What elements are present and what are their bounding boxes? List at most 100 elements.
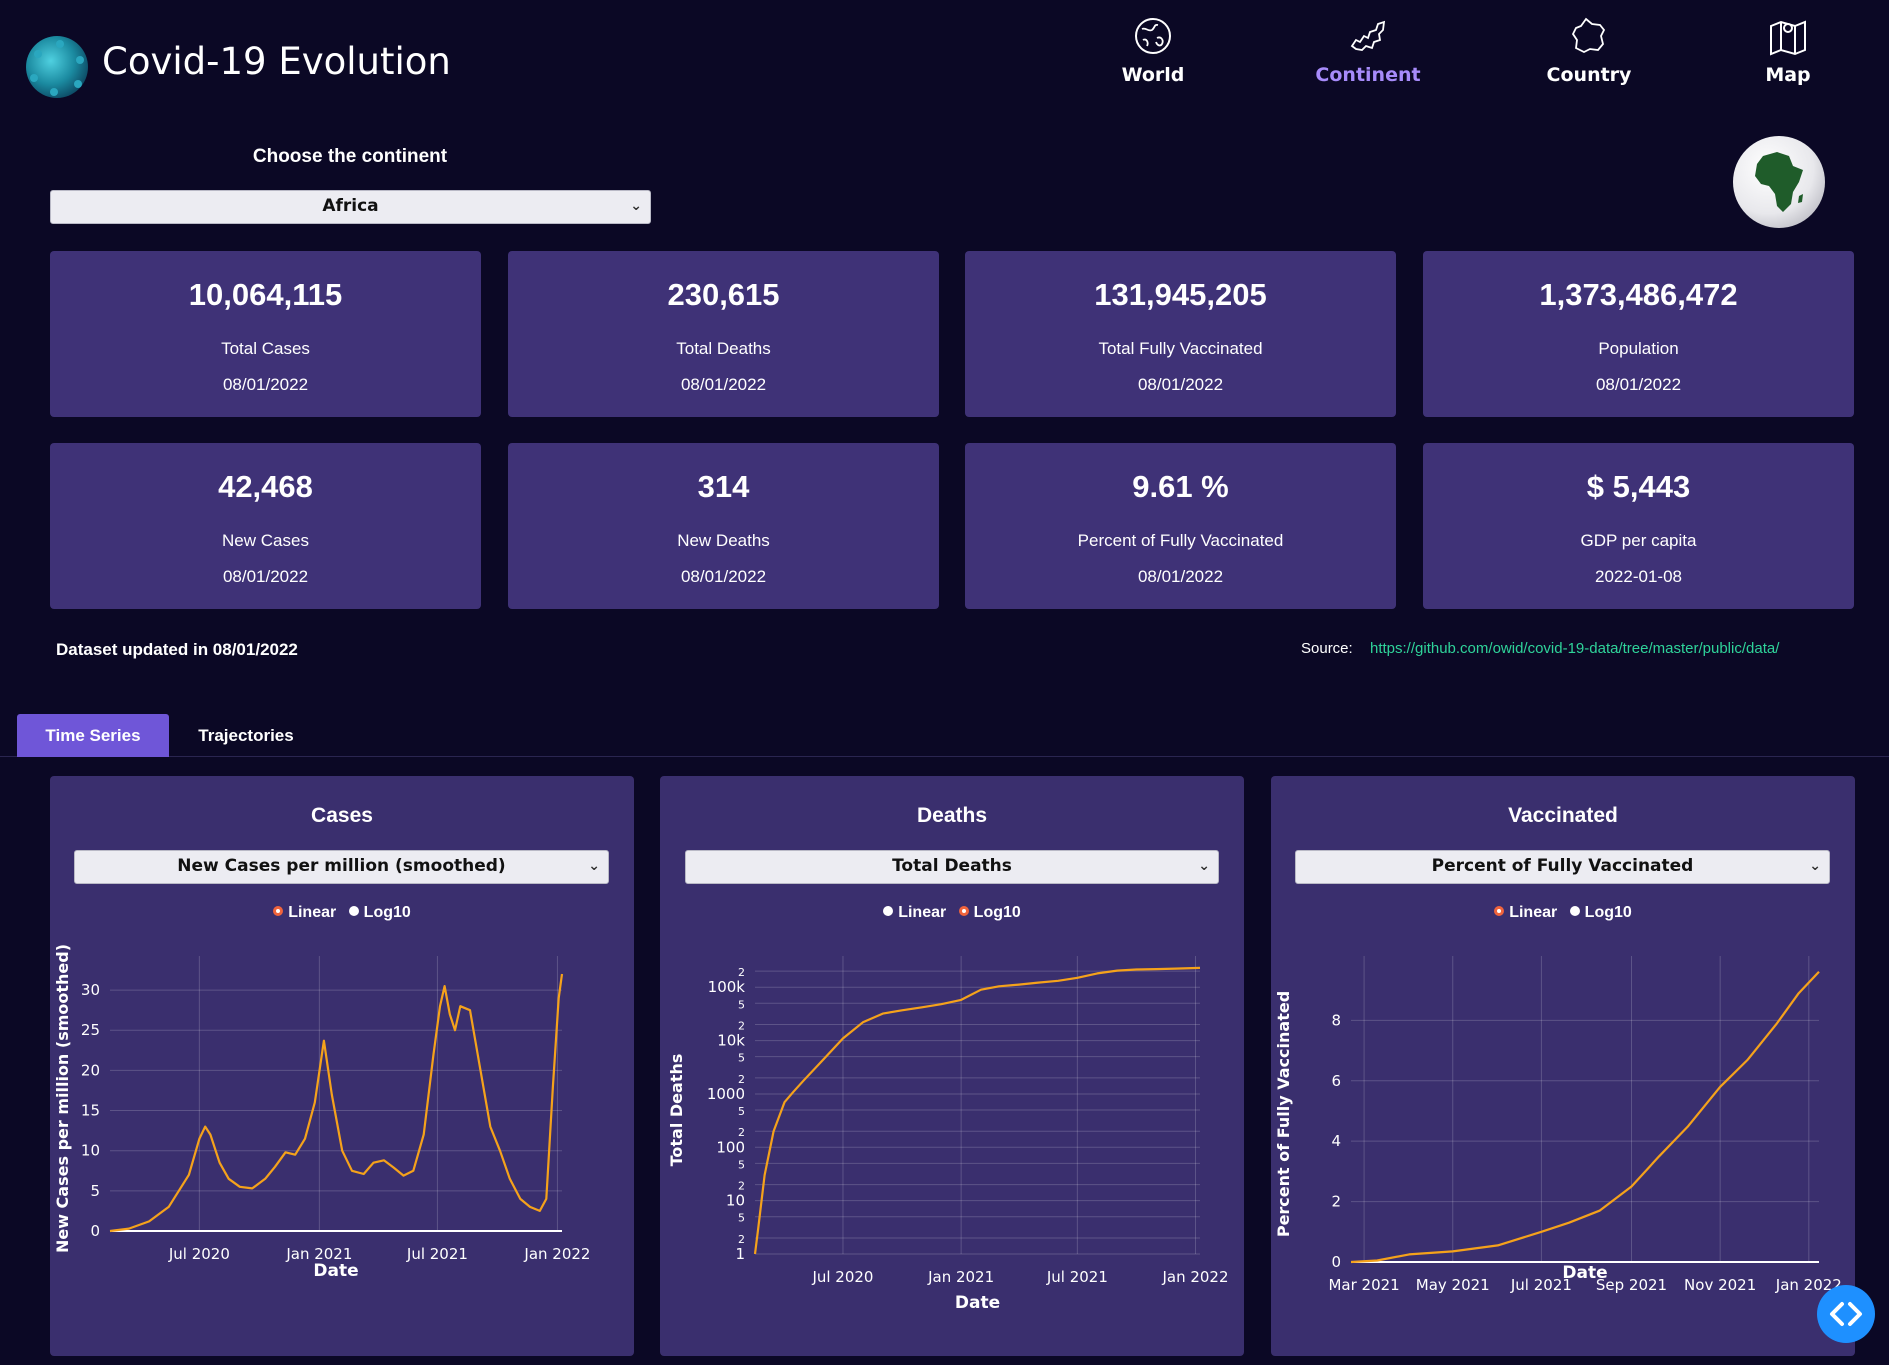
nav-country[interactable]: Country xyxy=(1509,16,1669,96)
deaths-scale-radio: Linear Log10 xyxy=(660,904,1244,922)
y-tick-label: 1000 xyxy=(707,1085,745,1103)
kpi-gdp-per-capita: $ 5,443 GDP per capita 2022-01-08 xyxy=(1423,443,1854,609)
deaths-metric-select[interactable]: Total Deaths ⌄ xyxy=(685,850,1219,884)
radio-label: Log10 xyxy=(363,904,411,921)
radio-log10[interactable]: Log10 xyxy=(348,904,411,922)
kpi-date: 08/01/2022 xyxy=(680,375,767,394)
source-link[interactable]: https://github.com/owid/covid-19-data/tr… xyxy=(1370,640,1779,657)
y-tick-label: 5 xyxy=(738,998,745,1011)
kpi-label: GDP per capita xyxy=(1580,531,1697,550)
kpi-label: New Cases xyxy=(222,531,309,550)
continent-select[interactable]: Africa ⌄ xyxy=(50,190,651,224)
app-logo xyxy=(26,36,88,98)
y-tick-label: 5 xyxy=(738,1105,745,1118)
y-tick-label: 10 xyxy=(726,1192,745,1210)
y-tick-label: 2 xyxy=(738,1180,745,1193)
series-line xyxy=(753,966,1201,1255)
y-tick-label: 10 xyxy=(81,1142,100,1160)
panel-deaths: Deaths Total Deaths ⌄ Linear Log10 Jul 2… xyxy=(660,776,1244,1356)
x-tick-label: Jan 2021 xyxy=(927,1268,994,1286)
vaccinated-metric-select[interactable]: Percent of Fully Vaccinated ⌄ xyxy=(1295,850,1830,884)
x-tick-label: May 2021 xyxy=(1416,1276,1490,1294)
kpi-label: Total Fully Vaccinated xyxy=(1098,339,1263,358)
tab-time-series[interactable]: Time Series xyxy=(17,714,169,757)
y-tick-label: 20 xyxy=(81,1061,100,1079)
x-axis-title: Date xyxy=(955,1293,1000,1313)
chevron-down-icon: ⌄ xyxy=(1809,858,1821,874)
code-toggle-button[interactable] xyxy=(1817,1285,1875,1343)
x-tick-label: Jul 2021 xyxy=(406,1245,468,1263)
kpi-value: 131,945,205 xyxy=(1094,277,1267,312)
panel-title: Deaths xyxy=(916,804,988,827)
radio-linear[interactable]: Linear xyxy=(273,904,336,922)
nav-continent[interactable]: Continent xyxy=(1288,16,1448,96)
y-tick-label: 2 xyxy=(738,1126,745,1139)
nav-label-continent: Continent xyxy=(1315,64,1421,86)
y-tick-label: 15 xyxy=(81,1102,100,1120)
y-tick-label: 2 xyxy=(738,1233,745,1246)
x-tick-label: Jul 2020 xyxy=(811,1268,873,1286)
kpi-label: Population xyxy=(1598,339,1679,358)
tab-trajectories[interactable]: Trajectories xyxy=(180,714,312,757)
nav-world[interactable]: World xyxy=(1073,16,1233,96)
cases-metric-value: New Cases per million (smoothed) xyxy=(177,856,506,876)
radio-log10[interactable]: Log10 xyxy=(1569,904,1632,922)
cases-scale-radio: Linear Log10 xyxy=(50,904,634,922)
radio-linear[interactable]: Linear xyxy=(1494,904,1557,922)
nav-label-world: World xyxy=(1121,64,1185,86)
radio-label: Linear xyxy=(288,904,337,921)
x-tick-label: Jul 2021 xyxy=(1046,1268,1108,1286)
y-tick-label: 1 xyxy=(735,1245,745,1263)
deaths-chart: Jul 2020 Jan 2021 Jul 2021 Jan 202212510251… xyxy=(667,956,1229,1313)
panel-title: Cases xyxy=(311,804,373,827)
choose-continent-label: Choose the continent xyxy=(252,146,448,167)
y-axis-title: New Cases per million (smoothed) xyxy=(53,944,72,1253)
y-axis-title: Percent of Fully Vaccinated xyxy=(1274,991,1293,1237)
kpi-value: 42,468 xyxy=(218,469,313,504)
kpi-date: 08/01/2022 xyxy=(222,375,309,394)
kpi-value: 1,373,486,472 xyxy=(1539,277,1738,312)
y-tick-label: 8 xyxy=(1331,1011,1341,1029)
vaccinated-chart: Mar 2021 May 2021 Jul 2021 Sep 2021 Nov 2021… xyxy=(1274,956,1842,1294)
kpi-total-fully-vaccinated: 131,945,205 Total Fully Vaccinated 08/01… xyxy=(965,251,1396,417)
map-icon xyxy=(1770,20,1806,56)
kpi-date: 08/01/2022 xyxy=(1595,375,1682,394)
y-tick-label: 2 xyxy=(738,1020,745,1033)
nav-label-map: Map xyxy=(1765,64,1811,86)
vaccinated-metric-value: Percent of Fully Vaccinated xyxy=(1431,856,1694,876)
kpi-date: 08/01/2022 xyxy=(222,567,309,586)
y-tick-label: 5 xyxy=(738,1052,745,1065)
radio-label: Linear xyxy=(1509,904,1558,921)
panel-cases: Cases New Cases per million (smoothed) ⌄… xyxy=(50,776,634,1356)
y-tick-label: 5 xyxy=(90,1182,100,1200)
series-line xyxy=(109,973,564,1233)
kpi-population: 1,373,486,472 Population 08/01/2022 xyxy=(1423,251,1854,417)
kpi-value: 314 xyxy=(697,469,750,504)
kpi-date: 08/01/2022 xyxy=(680,567,767,586)
dataset-updated-text: Dataset updated in 08/01/2022 xyxy=(56,640,298,659)
kpi-total-cases: 10,064,115 Total Cases 08/01/2022 xyxy=(50,251,481,417)
y-tick-label: 5 xyxy=(738,1212,745,1225)
panel-title: Vaccinated xyxy=(1508,804,1618,827)
app-title: Covid-19 Evolution xyxy=(102,40,451,83)
cases-metric-select[interactable]: New Cases per million (smoothed) ⌄ xyxy=(74,850,609,884)
kpi-value: $ 5,443 xyxy=(1586,469,1691,504)
kpi-total-deaths: 230,615 Total Deaths 08/01/2022 xyxy=(508,251,939,417)
radio-linear[interactable]: Linear xyxy=(883,904,946,922)
y-tick-label: 10k xyxy=(717,1032,745,1050)
radio-label: Log10 xyxy=(973,904,1021,921)
nav-map[interactable]: Map xyxy=(1708,16,1868,96)
chevron-down-icon: ⌄ xyxy=(1198,858,1210,874)
kpi-value: 10,064,115 xyxy=(188,277,343,312)
x-axis-title: Date xyxy=(313,1261,358,1281)
kpi-new-deaths: 314 New Deaths 08/01/2022 xyxy=(508,443,939,609)
kpi-label: Total Deaths xyxy=(676,339,771,358)
kpi-value: 230,615 xyxy=(667,277,780,312)
radio-log10[interactable]: Log10 xyxy=(958,904,1021,922)
nav-label-country: Country xyxy=(1546,64,1632,86)
x-tick-label: Jan 2022 xyxy=(1161,1268,1228,1286)
continent-select-value: Africa xyxy=(322,196,379,216)
x-tick-label: Mar 2021 xyxy=(1328,1276,1399,1294)
x-tick-label: Nov 2021 xyxy=(1684,1276,1756,1294)
y-axis-title: Total Deaths xyxy=(667,1054,686,1167)
